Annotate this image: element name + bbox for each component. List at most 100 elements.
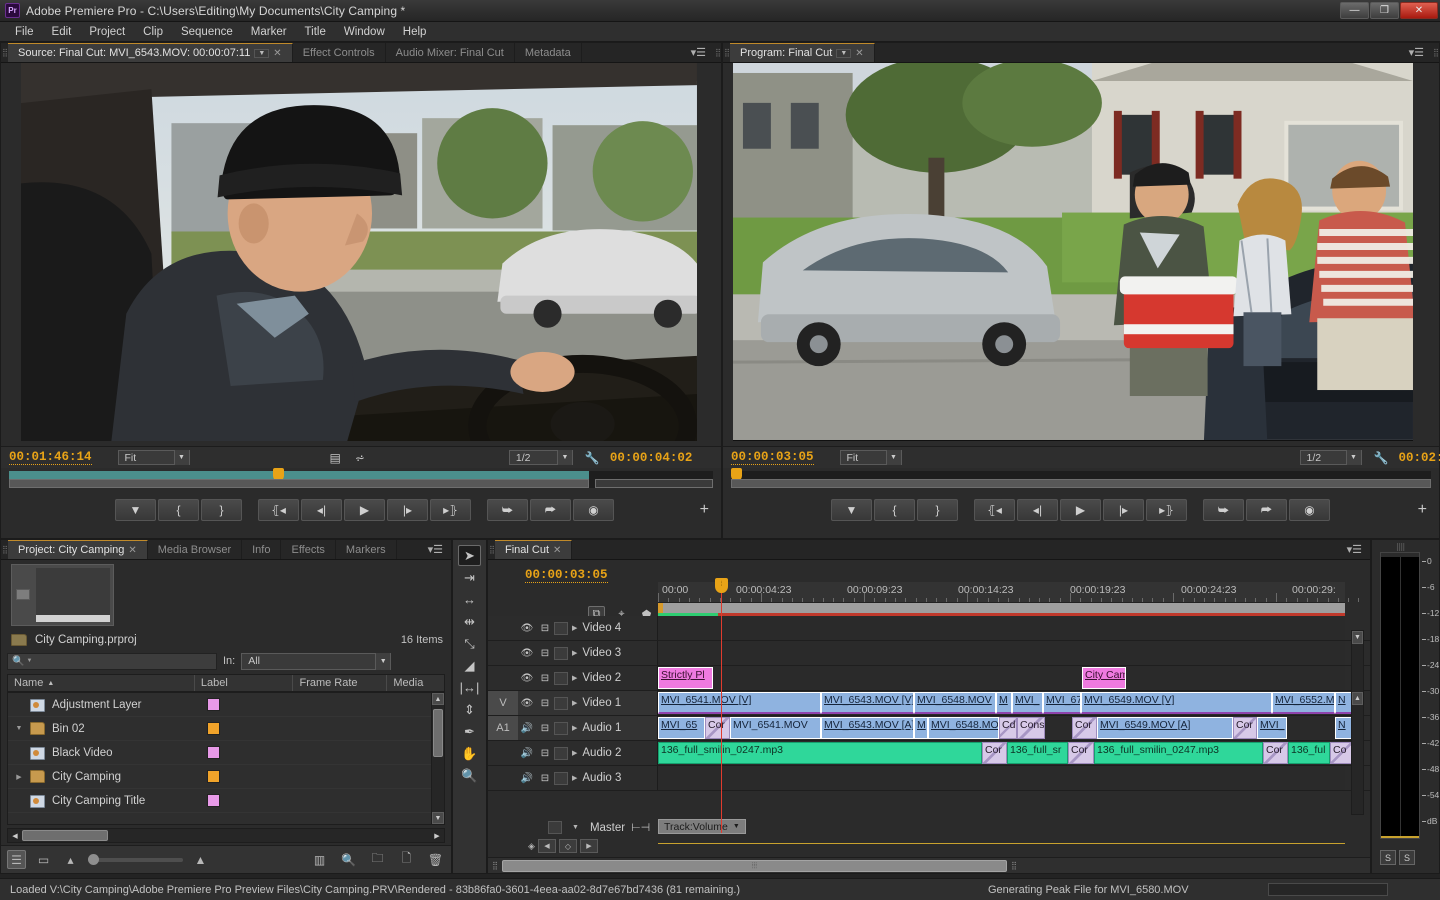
hscroll-thumb[interactable]	[22, 830, 108, 841]
disclosure-icon[interactable]: ▼	[8, 725, 30, 732]
solo-button-left[interactable]: S	[1380, 850, 1396, 865]
speaker-icon[interactable]: 🔊	[518, 748, 536, 759]
go-to-in-button[interactable]: ⦃◂	[258, 499, 299, 521]
timeline-clip[interactable]: MVI_67	[1043, 692, 1081, 714]
timeline-clip[interactable]: 136_full_sr	[1007, 742, 1068, 764]
chevron-down-icon[interactable]: ▼	[174, 450, 189, 465]
ripple-edit-tool[interactable]: ↔	[458, 589, 481, 610]
find-icon[interactable]: 🔍	[339, 850, 358, 869]
lift-button[interactable]: ⮩	[1203, 499, 1244, 521]
panel-menu-icon[interactable]: ▾☰	[1401, 43, 1432, 62]
track-header-audio-2[interactable]: 🔊 ⊟ ▶ Audio 2	[488, 741, 658, 765]
lock-toggle-icon[interactable]: ⊟	[536, 698, 554, 709]
source-resolution-select[interactable]: 1/2 ▼	[509, 450, 573, 465]
timeline-clip[interactable]: City Cam	[1082, 667, 1126, 689]
menu-window[interactable]: Window	[335, 24, 394, 40]
timeline-clip[interactable]: MVI_6541.MOV [V]	[658, 692, 821, 714]
list-item[interactable]: Black Video	[8, 741, 444, 765]
zoom-tool[interactable]: 🔍	[458, 765, 481, 786]
timeline-scroll-thumb[interactable]: ⦙⦙⦙	[502, 860, 1007, 872]
timeline-tracks[interactable]: 👁 ⊟ ▶ Video 4 👁 ⊟ ▶ Video 3	[488, 616, 1370, 833]
timeline-transition[interactable]: Cor	[1068, 742, 1094, 764]
chevron-down-icon[interactable]: ▼	[836, 49, 851, 58]
menu-title[interactable]: Title	[296, 24, 335, 40]
menu-project[interactable]: Project	[80, 24, 134, 40]
master-volume-rubberband[interactable]	[658, 843, 1345, 844]
list-item[interactable]: City Camping Title	[8, 789, 444, 813]
source-zoom-thumb[interactable]	[9, 479, 589, 488]
meter-grip-icon[interactable]: ⣿⣿	[1396, 543, 1404, 551]
razor-tool[interactable]: ◢	[458, 655, 481, 676]
timeline-clip[interactable]: MVI_6549.MOV [A]	[1097, 717, 1233, 739]
automate-to-sequence-icon[interactable]: ▥	[310, 850, 329, 869]
mark-out-button[interactable]: }	[917, 499, 958, 521]
panel-grip-icon[interactable]	[488, 540, 495, 559]
speaker-icon[interactable]: 🔊	[518, 773, 536, 784]
track-header-video-4[interactable]: 👁 ⊟ ▶ Video 4	[488, 616, 658, 640]
lock-toggle-icon[interactable]: ⊟	[536, 748, 554, 759]
track-row-video-2[interactable]: 👁 ⊟ ▶ Video 2 Strictly Pl City Cam	[488, 666, 1370, 691]
go-to-in-button[interactable]: ⦃◂	[974, 499, 1015, 521]
rolling-edit-tool[interactable]: ⇹	[458, 611, 481, 632]
timeline-current-timecode[interactable]: 00:00:03:05	[525, 568, 608, 583]
source-scrub-area[interactable]	[1, 468, 721, 490]
project-item-list[interactable]: Adjustment Layer ▼ Bin 02 Black Video ▶ …	[7, 692, 445, 825]
label-color-swatch[interactable]	[207, 698, 220, 711]
new-item-icon[interactable]: 🗋	[397, 850, 416, 869]
source-zoom-scrollbar[interactable]	[9, 479, 713, 488]
track-lane-audio-2[interactable]: 136_full_smilin_0247.mp3 Cor 136_full_sr…	[658, 741, 1345, 765]
timeline-clip[interactable]: M	[914, 717, 928, 739]
chevron-down-icon[interactable]: ▼	[254, 49, 269, 58]
program-zoom-select[interactable]: Fit ▼	[840, 450, 902, 465]
track-header-video-1[interactable]: V 👁 ⊟ ▶ Video 1	[488, 691, 658, 715]
track-lane-video-3[interactable]	[658, 641, 1345, 665]
program-zoom-scrollbar[interactable]	[731, 479, 1431, 488]
track-lane-audio-1[interactable]: MVI_65 Cor MVI_6541.MOV MVI_6543.MOV [A]…	[658, 716, 1345, 740]
tab-effects[interactable]: Effects	[281, 540, 335, 559]
restore-button[interactable]: ❐	[1370, 2, 1399, 19]
meter-clip-indicators[interactable]	[1381, 553, 1419, 557]
master-keyframe-box[interactable]	[548, 821, 562, 834]
timeline-clip[interactable]: MVI_	[1257, 717, 1287, 739]
delete-icon[interactable]: 🗑	[426, 850, 445, 869]
audio-meter-bars[interactable]	[1380, 552, 1420, 839]
panel-menu-icon[interactable]: ▾☰	[1339, 540, 1370, 559]
timeline-clip[interactable]: 136_full_smilin_0247.mp3	[658, 742, 982, 764]
previous-keyframe-button[interactable]: ◀	[538, 839, 556, 853]
program-add-button[interactable]: +	[1418, 501, 1427, 519]
timeline-transition[interactable]: Cor	[982, 742, 1007, 764]
source-zoom-select[interactable]: Fit ▼	[118, 450, 190, 465]
project-horizontal-scrollbar[interactable]: ◀ ▶	[7, 828, 445, 843]
scroll-down-icon[interactable]: ▼	[432, 812, 444, 824]
tab-audio-mixer[interactable]: Audio Mixer: Final Cut	[386, 43, 515, 62]
timeline-master-track[interactable]: ▼ Master ⊢⊣ ◈ ◀ ◇ ▶ Track:Volume ▼	[488, 817, 1370, 855]
insert-button[interactable]: ⮩	[487, 499, 528, 521]
timeline-transition[interactable]: Cor	[1263, 742, 1288, 764]
track-target-indicator[interactable]	[488, 616, 518, 640]
column-header-name[interactable]: Name ▲	[8, 675, 195, 691]
track-lane-video-4[interactable]	[658, 616, 1345, 640]
timeline-vertical-scrollbar[interactable]: ▼ ▲	[1351, 630, 1364, 815]
panel-grip-right-icon[interactable]	[714, 43, 721, 62]
chevron-right-icon[interactable]: ▶	[572, 624, 577, 632]
slide-tool[interactable]: ⇕	[458, 699, 481, 720]
program-current-timecode[interactable]: 00:00:03:05	[731, 450, 814, 465]
timeline-clip[interactable]: MVI_65	[658, 717, 705, 739]
play-stop-button[interactable]: ▶	[344, 499, 385, 521]
add-keyframe-icon[interactable]: ◈	[528, 841, 535, 852]
tab-program[interactable]: Program: Final Cut ▼ ✕	[730, 43, 875, 62]
scroll-up-icon[interactable]: ▲	[432, 693, 444, 705]
timeline-clip[interactable]: MVI_	[1012, 692, 1043, 714]
menu-marker[interactable]: Marker	[242, 24, 296, 40]
chevron-down-icon[interactable]: ▼	[572, 824, 579, 831]
chevron-down-icon[interactable]: ▼	[886, 450, 901, 465]
lock-toggle-icon[interactable]: ⊟	[536, 673, 554, 684]
panel-grip-icon[interactable]	[1, 540, 8, 559]
chevron-right-icon[interactable]: ▶	[572, 699, 577, 707]
label-color-swatch[interactable]	[207, 722, 220, 735]
close-icon[interactable]: ✕	[273, 48, 281, 59]
timeline-transition[interactable]: Cor	[705, 717, 730, 739]
menu-sequence[interactable]: Sequence	[172, 24, 242, 40]
track-target-indicator[interactable]	[488, 741, 518, 765]
export-frame-button[interactable]: ◉	[1289, 499, 1330, 521]
